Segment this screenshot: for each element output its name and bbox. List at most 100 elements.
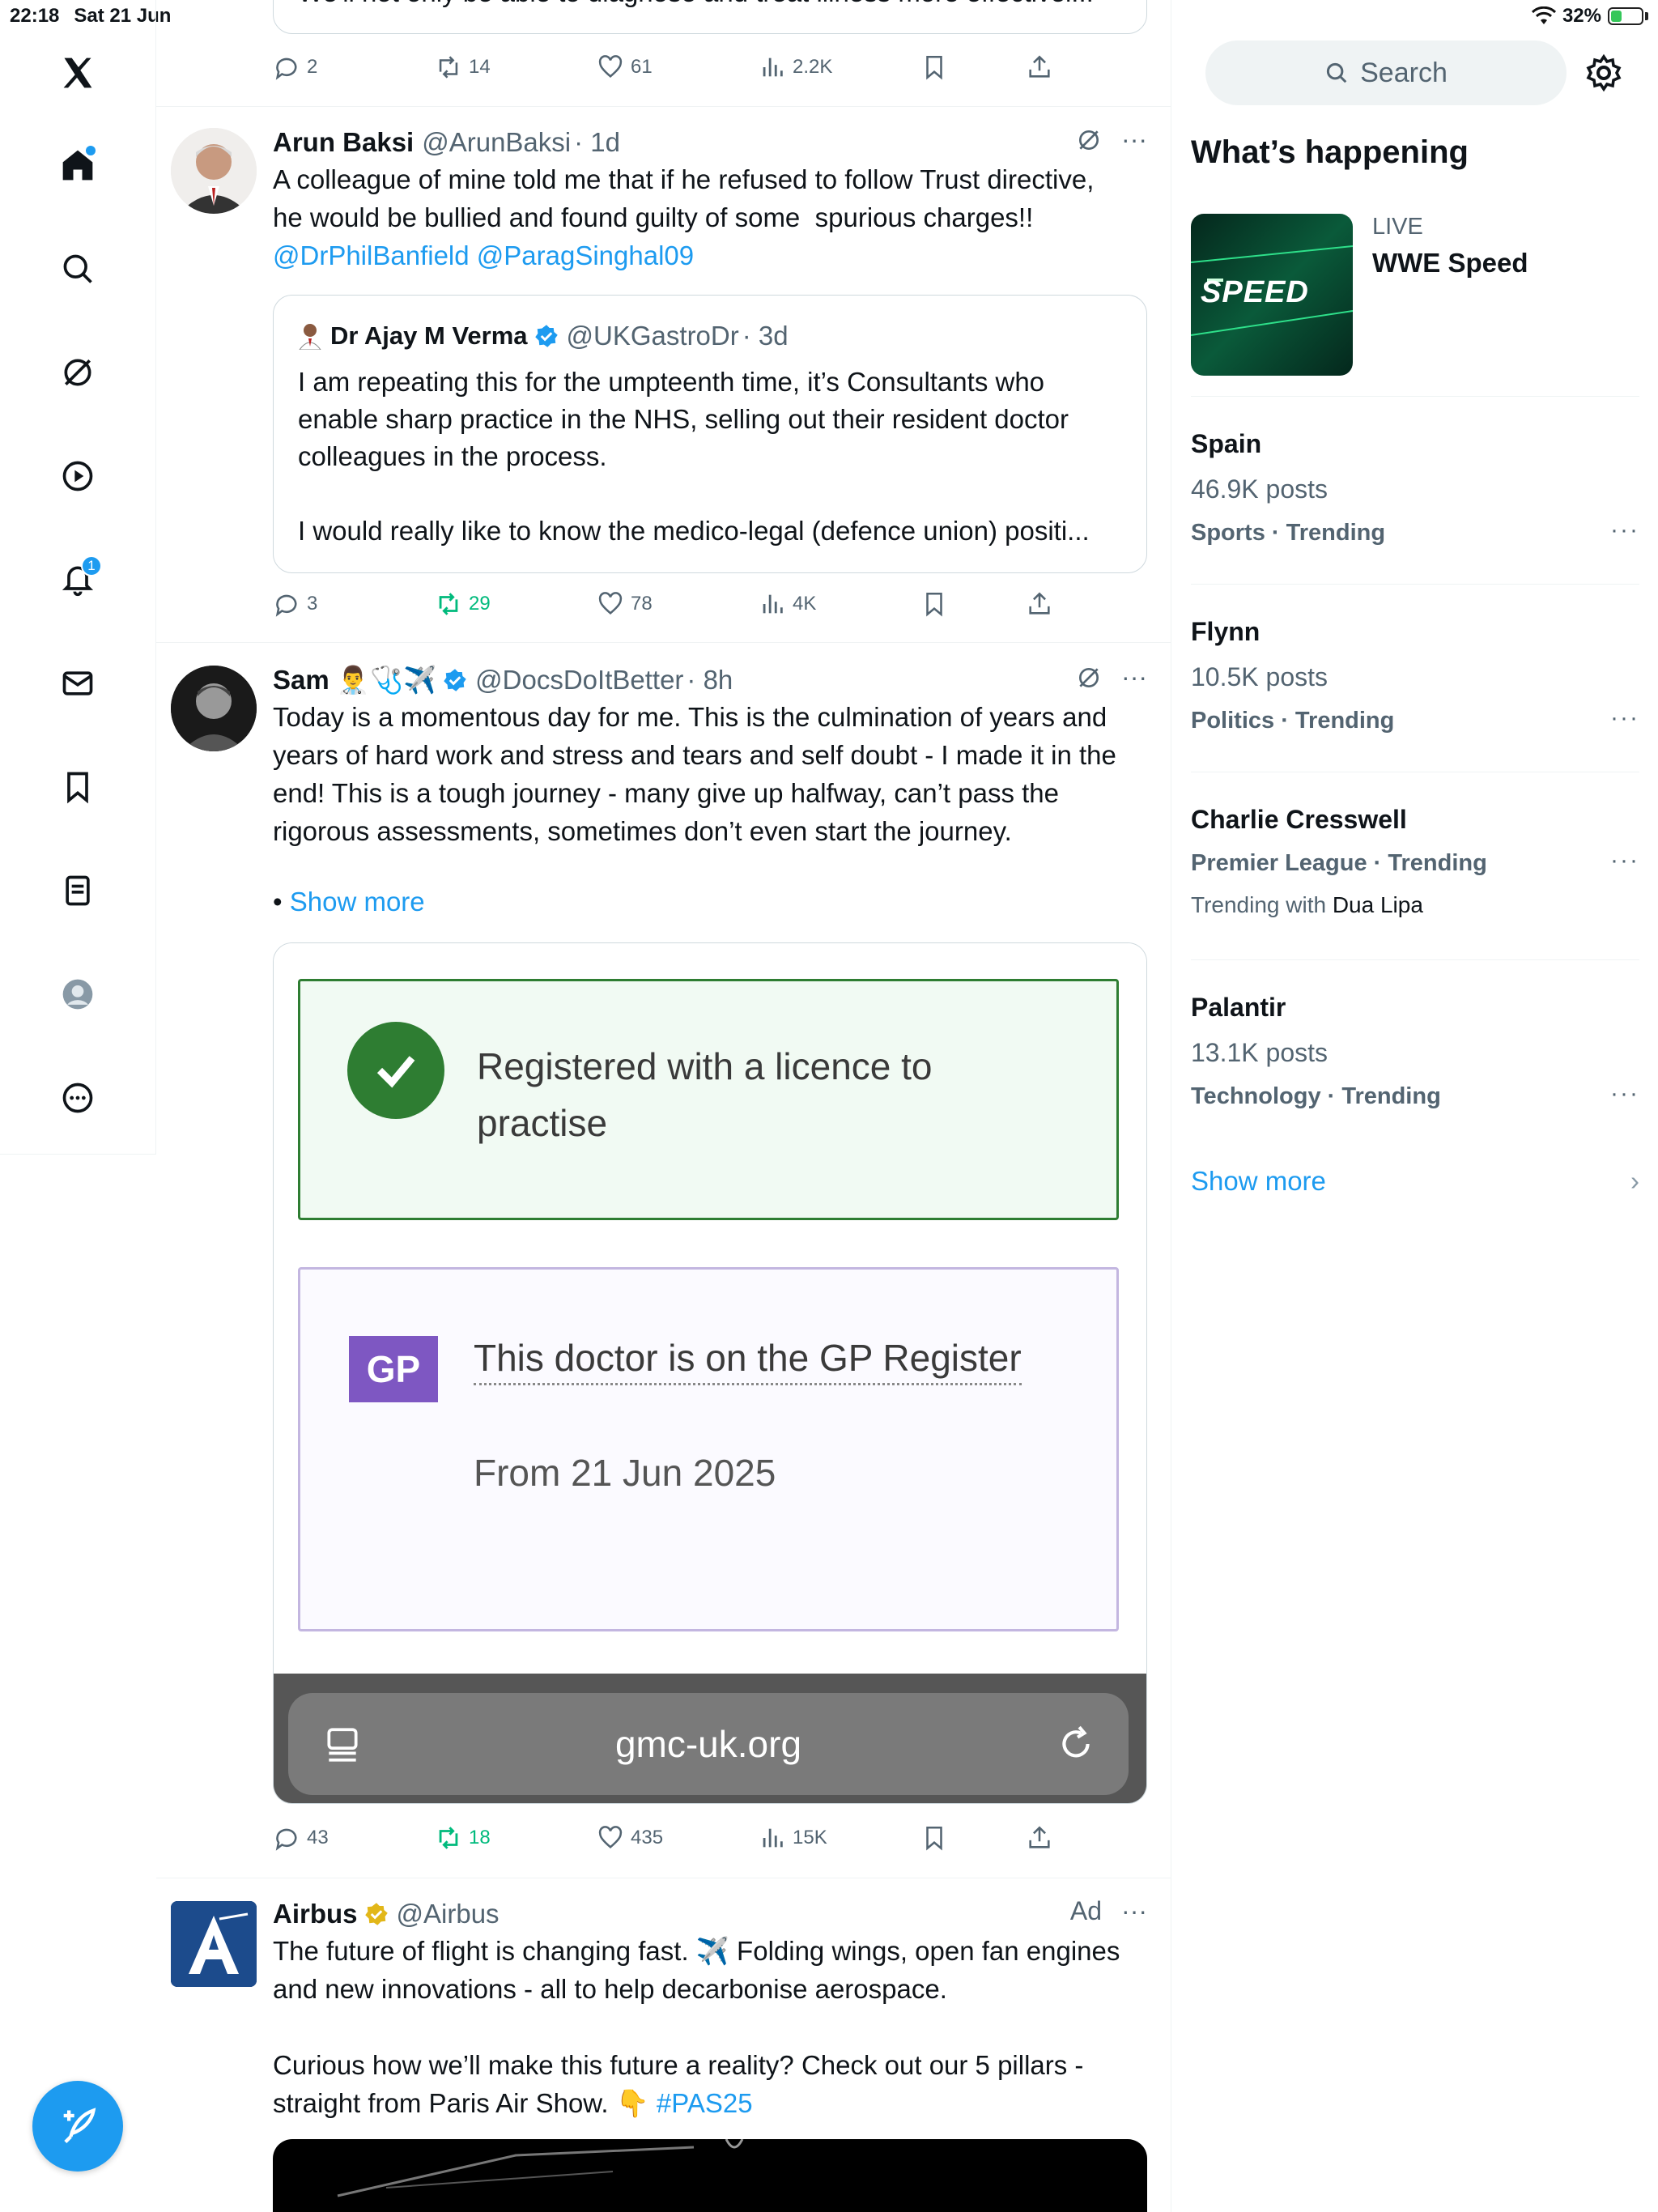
more-options-icon[interactable]	[52, 1072, 104, 1124]
repost-button[interactable]: 29	[435, 590, 491, 618]
tweet-time: · 1d	[574, 127, 620, 157]
reload-icon[interactable]	[1056, 1724, 1096, 1764]
tweet-airbus-ad[interactable]: Airbus @Airbus Ad ··· The future of flig…	[156, 1878, 1171, 2212]
more-options-icon[interactable]: ···	[1121, 1896, 1147, 1926]
author-handle[interactable]: @DocsDoItBetter	[475, 665, 683, 696]
author-name[interactable]: Arun Baksi	[273, 127, 414, 158]
tweet-sam[interactable]: Sam 👨‍⚕️🩺✈️ @DocsDoItBetter · 8h ··· Tod…	[156, 643, 1171, 1878]
bookmark-button[interactable]	[920, 1824, 948, 1852]
licence-status-box: Registered with a licence to practise	[298, 979, 1119, 1220]
more-options-icon[interactable]: ···	[1121, 662, 1147, 692]
trend-more-icon[interactable]: ···	[1610, 1080, 1639, 1108]
verified-badge-icon	[534, 324, 559, 348]
live-title: WWE Speed	[1372, 248, 1528, 278]
bookmark-button[interactable]	[920, 53, 948, 81]
licence-text: Registered with a licence to practise	[477, 1045, 933, 1144]
tweet-arun-baksi[interactable]: Arun Baksi @ArunBaksi · 1d ··· A colleag…	[156, 107, 1171, 643]
trend-more-icon[interactable]: ···	[1610, 847, 1639, 874]
tweet-actions: 43 18 435 15K	[273, 1822, 1082, 1854]
trend-more-icon[interactable]: ···	[1610, 517, 1639, 544]
drag-handle-dots[interactable]: •••	[695, 0, 724, 4]
live-label: LIVE	[1372, 214, 1423, 240]
search-input[interactable]: Search	[1205, 40, 1567, 105]
quoted-tweet[interactable]: Dr Ajay M Verma @UKGastroDr · 3d I am re…	[273, 295, 1147, 573]
browser-url-bar-region: gmc-uk.org	[274, 1674, 1146, 1803]
gp-from-date: From 21 Jun 2025	[474, 1452, 776, 1494]
grok-explain-icon[interactable]	[1076, 665, 1102, 691]
bookmarks-icon[interactable]	[52, 761, 104, 813]
trend-more-icon[interactable]: ···	[1610, 704, 1639, 732]
x-logo-icon[interactable]	[52, 47, 104, 99]
share-button[interactable]	[1026, 53, 1053, 81]
airbus-logo-avatar[interactable]	[171, 1901, 257, 1987]
trend-item[interactable]: Spain 46.9K posts Sports · Trending ···	[1191, 397, 1639, 585]
repost-button[interactable]: 14	[435, 53, 491, 81]
partial-quote-card[interactable]: We'll not only be able to diagnose and t…	[273, 0, 1147, 34]
compose-post-button[interactable]	[32, 2081, 123, 2172]
home-unread-dot	[86, 146, 96, 155]
gp-register-box: GP This doctor is on the GP Register Fro…	[298, 1267, 1119, 1631]
repost-icon	[439, 593, 458, 615]
search-placeholder: Search	[1360, 57, 1448, 88]
tabs-icon[interactable]	[322, 1724, 363, 1766]
author-handle[interactable]: @Airbus	[397, 1899, 500, 1929]
like-button[interactable]: 435	[597, 1824, 663, 1852]
lists-icon[interactable]	[52, 865, 104, 917]
show-more-trends-link[interactable]: Show more ›	[1191, 1166, 1639, 1197]
gold-verified-badge-icon	[364, 1902, 389, 1926]
home-icon[interactable]	[52, 139, 104, 191]
hashtag-link[interactable]: #PAS25	[657, 2088, 753, 2118]
reply-icon	[275, 57, 297, 80]
share-icon	[1029, 592, 1050, 615]
reply-button[interactable]: 2	[273, 53, 317, 81]
live-thumbnail: SPEED	[1191, 214, 1353, 376]
quote-avatar	[299, 324, 321, 350]
tweet-partial[interactable]: We'll not only be able to diagnose and t…	[156, 0, 1171, 107]
trend-item[interactable]: Flynn 10.5K posts Politics · Trending ··…	[1191, 585, 1639, 772]
url-bar[interactable]: gmc-uk.org	[288, 1693, 1129, 1795]
share-button[interactable]	[1026, 1824, 1053, 1852]
repost-icon	[439, 56, 458, 79]
live-event-item[interactable]: SPEED LIVE WWE Speed	[1191, 214, 1639, 397]
notifications-icon[interactable]: 1	[52, 554, 104, 606]
repost-icon	[439, 1827, 458, 1849]
search-icon	[1327, 62, 1347, 83]
messages-icon[interactable]	[52, 657, 104, 709]
more-options-icon[interactable]: ···	[1121, 125, 1147, 155]
video-icon[interactable]	[52, 450, 104, 502]
link-card[interactable]: Registered with a licence to practise GP…	[273, 942, 1147, 1804]
profile-avatar-icon[interactable]	[52, 968, 104, 1020]
quote-text: I am repeating this for the umpteenth ti…	[298, 367, 1090, 546]
tweet-time: · 8h	[687, 665, 733, 695]
author-name[interactable]: Sam 👨‍⚕️🩺✈️	[273, 665, 436, 696]
show-more-link[interactable]: Show more	[290, 887, 425, 917]
repost-button[interactable]: 18	[435, 1824, 491, 1852]
tweet-mentions[interactable]: @DrPhilBanfield @ParagSinghal09	[273, 236, 1147, 274]
share-button[interactable]	[1026, 590, 1053, 618]
tweet-header: Arun Baksi @ArunBaksi · 1d ···	[273, 125, 1147, 160]
views-button[interactable]: 2.2K	[759, 53, 832, 81]
ad-media-video[interactable]	[273, 2139, 1147, 2212]
grok-explain-icon[interactable]	[1076, 127, 1102, 153]
reply-button[interactable]: 3	[273, 590, 317, 618]
avatar[interactable]	[171, 666, 257, 751]
notifications-badge: 1	[81, 555, 102, 576]
trend-item[interactable]: Charlie Cresswell Premier League · Trend…	[1191, 772, 1639, 960]
heart-icon	[598, 55, 623, 79]
like-button[interactable]: 78	[597, 590, 653, 618]
trend-item[interactable]: Palantir 13.1K posts Technology · Trendi…	[1191, 960, 1639, 1148]
like-button[interactable]: 61	[597, 53, 653, 81]
author-handle[interactable]: @ArunBaksi	[422, 127, 571, 158]
views-chart-icon	[763, 594, 783, 614]
bookmark-button[interactable]	[920, 590, 948, 618]
search-nav-icon[interactable]	[52, 243, 104, 295]
views-button[interactable]: 4K	[759, 590, 816, 618]
avatar[interactable]	[171, 128, 257, 214]
right-sidebar: Search What’s happening SPEED LIVE WWE S…	[1171, 0, 1658, 2212]
reply-button[interactable]: 43	[273, 1824, 329, 1852]
grok-icon[interactable]	[52, 347, 104, 398]
views-button[interactable]: 15K	[759, 1824, 827, 1852]
author-name[interactable]: Airbus	[273, 1899, 358, 1929]
whats-happening-heading: What’s happening	[1191, 134, 1469, 170]
gear-icon[interactable]	[1584, 53, 1623, 92]
